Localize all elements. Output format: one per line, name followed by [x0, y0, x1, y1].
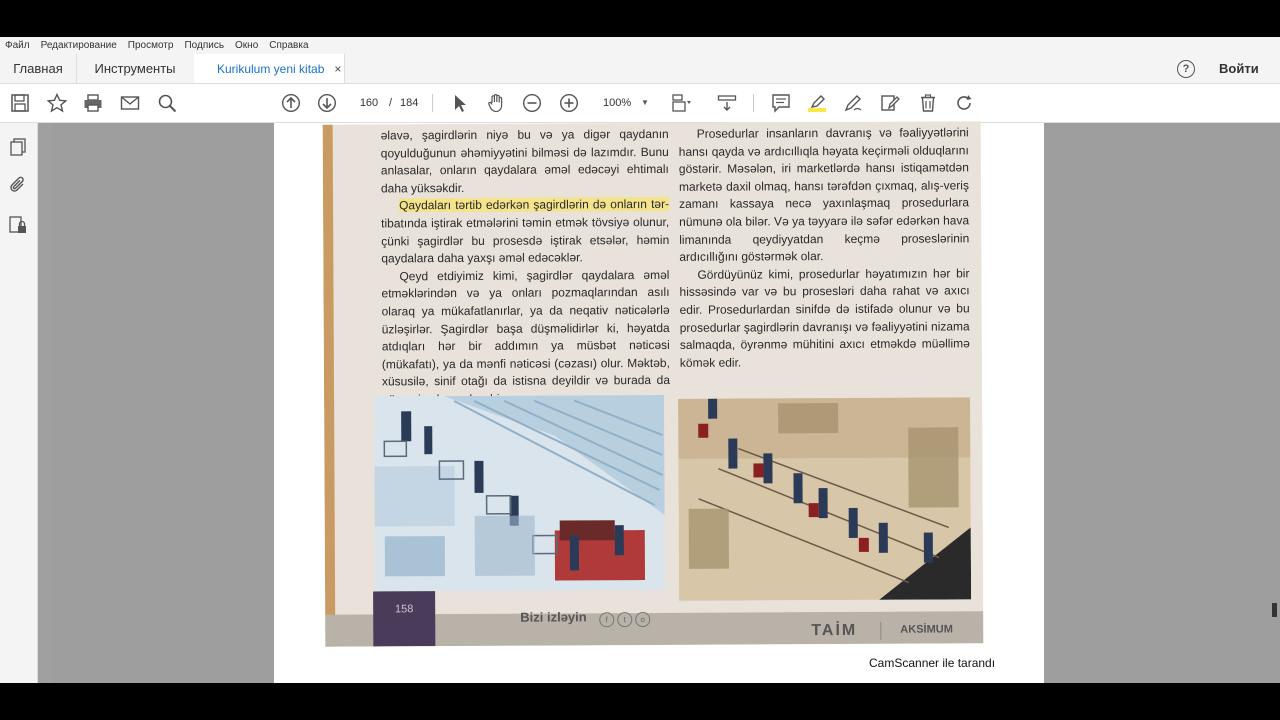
- pdf-page: əlavə, şagirdlərin niyə bu və ya digər q…: [274, 121, 1044, 683]
- tab-document[interactable]: Kurikulum yeni kitab ×: [194, 54, 345, 83]
- previous-page-icon[interactable]: [281, 93, 301, 113]
- facebook-icon: f: [599, 612, 615, 628]
- page-number-input[interactable]: 160: [354, 94, 384, 112]
- aksimum-logo: AKSİMUM: [900, 623, 953, 636]
- tab-home[interactable]: Главная: [0, 54, 77, 83]
- tab-tools-label: Инструменты: [94, 61, 176, 76]
- menu-edit[interactable]: Редактирование: [41, 40, 117, 51]
- signin-button[interactable]: Войти: [1219, 61, 1259, 76]
- scroll-mode-icon[interactable]: [717, 93, 737, 113]
- tab-home-label: Главная: [13, 61, 63, 76]
- paragraph: Qaydaları tərtib edərkən şagirdlərin də …: [381, 196, 669, 268]
- viewer-margin-right: [1044, 123, 1280, 683]
- help-icon[interactable]: ?: [1177, 60, 1195, 78]
- text-column-left: əlavə, şagirdlərin niyə bu və ya digər q…: [381, 126, 670, 409]
- search-icon[interactable]: [157, 93, 177, 113]
- zoom-select[interactable]: 100% ▼: [597, 94, 652, 112]
- menu-window[interactable]: Окно: [235, 40, 258, 51]
- zoom-out-icon[interactable]: [522, 93, 542, 113]
- highlighted-text: Qaydaları tərtib edərkən şagirdlərin də …: [399, 197, 670, 213]
- camscanner-watermark: CamScanner ile tarandı: [869, 656, 996, 670]
- supermarket-illustration: [374, 394, 666, 592]
- email-icon[interactable]: [120, 93, 140, 113]
- bookmark-star-icon[interactable]: [47, 93, 67, 113]
- paragraph: Prosedurlar insanların davranış və fəali…: [678, 125, 970, 265]
- airport-illustration: [678, 397, 972, 601]
- select-cursor-icon[interactable]: [450, 93, 470, 113]
- chevron-down-icon: ▼: [641, 98, 649, 107]
- edit-text-icon[interactable]: [880, 93, 900, 113]
- next-page-icon[interactable]: [317, 93, 337, 113]
- menu-help[interactable]: Справка: [269, 40, 308, 51]
- document-viewer[interactable]: əlavə, şagirdlərin niyə bu və ya digər q…: [38, 121, 1280, 683]
- attachment-icon[interactable]: [8, 175, 28, 195]
- twitter-icon: t: [617, 612, 633, 628]
- screen-top-bar: [0, 0, 1280, 37]
- page-total: 184: [400, 97, 419, 109]
- save-icon[interactable]: [10, 93, 30, 113]
- menu-sign[interactable]: Подпись: [184, 40, 224, 51]
- comment-icon[interactable]: [771, 93, 791, 113]
- instagram-icon: o: [635, 612, 651, 628]
- main-toolbar: 160 / 184 100% ▼: [0, 84, 1280, 123]
- toolbar-divider: [753, 94, 754, 112]
- page-thumbnails-icon[interactable]: [8, 137, 28, 157]
- follow-us-text: Bizi izləyin: [520, 609, 587, 625]
- screen-bottom-bar: [0, 683, 1280, 720]
- close-tab-icon[interactable]: ×: [334, 62, 341, 76]
- photo-edge-shade: [322, 124, 336, 647]
- paragraph: əlavə, şagirdlərin niyə bu və ya digər q…: [380, 126, 669, 196]
- scanned-photo: əlavə, şagirdlərin niyə bu və ya digər q…: [322, 121, 984, 647]
- taim-logo: TAİM: [811, 621, 858, 640]
- hand-tool-icon[interactable]: [486, 93, 506, 113]
- menu-bar: Файл Редактирование Просмотр Подпись Окн…: [0, 37, 1280, 54]
- security-lock-icon[interactable]: [8, 215, 28, 235]
- fit-page-icon[interactable]: [671, 93, 691, 113]
- menu-file[interactable]: Файл: [5, 40, 30, 51]
- viewer-margin-left: [52, 123, 274, 683]
- tab-bar: Главная Инструменты Kurikulum yeni kitab…: [0, 54, 1280, 84]
- page-number-badge: 158: [373, 591, 436, 647]
- toolbar-divider: [432, 94, 433, 112]
- trash-icon[interactable]: [918, 93, 938, 113]
- brand-divider: [880, 621, 882, 640]
- zoom-in-icon[interactable]: [559, 93, 579, 113]
- paragraph-text: tibatında iştirak etmələrini təmin etmək…: [381, 214, 670, 266]
- rotate-icon[interactable]: [954, 93, 974, 113]
- tab-tools[interactable]: Инструменты: [76, 54, 195, 83]
- print-icon[interactable]: [83, 93, 103, 113]
- highlighter-icon[interactable]: [807, 93, 827, 113]
- scrollbar-thumb[interactable]: [1272, 603, 1277, 617]
- left-sidebar: [0, 123, 38, 683]
- draw-pen-icon[interactable]: [843, 93, 863, 113]
- zoom-value: 100%: [603, 97, 632, 109]
- tab-document-label: Kurikulum yeni kitab: [217, 61, 325, 76]
- page-separator: /: [389, 97, 393, 109]
- text-column-right: Prosedurlar insanların davranış və fəali…: [679, 124, 970, 372]
- paragraph: Gördüyünüz kimi, prosedurlar həyatımızın…: [679, 266, 970, 370]
- menu-view[interactable]: Просмотр: [128, 40, 174, 51]
- paragraph: Qeyd etdiyimiz kimi, şagirdlər qaydalara…: [381, 267, 671, 407]
